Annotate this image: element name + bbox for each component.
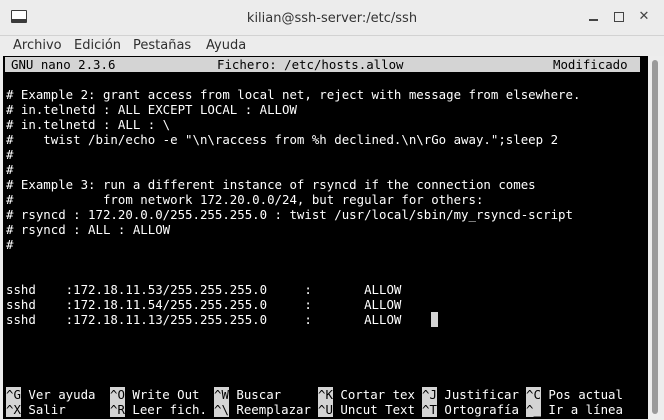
minimize-button[interactable] [585, 8, 603, 26]
menu-ayuda[interactable]: Ayuda [206, 38, 246, 53]
editor-line: # twist /bin/echo -e "\n\raccess from %h… [6, 132, 559, 147]
shortcut-label: Leer fich. [124, 402, 207, 417]
shortcut-search[interactable]: ^W Buscar [214, 387, 311, 402]
editor-line: sshd :172.18.11.54/255.255.255.0 : ALLOW [6, 297, 402, 312]
shortcut-cur-pos[interactable]: ^C Pos actual [526, 387, 623, 402]
shortcut-key: ^T [422, 402, 437, 417]
menu-pestanas[interactable]: Pestañas [133, 38, 191, 53]
shortcut-key: ^X [6, 402, 21, 417]
shortcut-key: ^O [110, 387, 125, 402]
shortcut-label: Write Out [124, 387, 207, 402]
terminal-area[interactable]: GNU nano 2.3.6 Fichero: /etc/hosts.allow… [3, 56, 648, 419]
menubar: Archivo Edición Pestañas Ayuda [0, 36, 664, 58]
menu-archivo[interactable]: Archivo [13, 38, 62, 53]
close-button[interactable]: ✕ [635, 8, 653, 26]
shortcut-key: ^\ [214, 402, 229, 417]
editor-line: # Example 2: grant access from local net… [6, 87, 581, 102]
shortcut-justify[interactable]: ^J Justificar [422, 387, 519, 402]
editor-line: # in.telnetd : ALL EXCEPT LOCAL : ALLOW [6, 102, 297, 117]
shortcut-replace[interactable]: ^\ Reemplazar [214, 402, 311, 417]
shortcut-cut[interactable]: ^K Cortar tex [318, 387, 415, 402]
minimize-icon [589, 19, 598, 21]
shortcut-key: ^R [110, 402, 125, 417]
shortcut-key: ^K [318, 387, 333, 402]
shortcut-exit[interactable]: ^X Salir [6, 402, 103, 417]
maximize-icon [614, 12, 624, 22]
editor-line: sshd :172.18.11.53/255.255.255.0 : ALLOW [6, 282, 402, 297]
shortcut-key: ^G [6, 387, 21, 402]
shortcut-go-to-line[interactable]: ^_ Ir a línea [526, 402, 623, 417]
shortcut-label: Uncut Text [332, 402, 415, 417]
maximize-button[interactable] [610, 8, 628, 26]
shortcut-key: ^J [422, 387, 437, 402]
shortcut-label: Ver ayuda [20, 387, 103, 402]
nano-filename: Fichero: /etc/hosts.allow [217, 57, 404, 72]
shortcut-write-out[interactable]: ^O Write Out [110, 387, 207, 402]
nano-status: Modificado [553, 57, 628, 72]
shortcut-label: Reemplazar [228, 402, 311, 417]
terminal-scrollbar[interactable] [648, 56, 664, 420]
editor-line-current: sshd :172.18.11.13/255.255.255.0 : ALLOW [6, 312, 402, 327]
scrollbar-thumb[interactable] [652, 60, 658, 414]
nano-header: GNU nano 2.3.6 Fichero: /etc/hosts.allow… [5, 57, 640, 72]
shortcut-label: Pos actual [540, 387, 623, 402]
shortcut-key: ^U [318, 402, 333, 417]
shortcut-key: ^C [526, 387, 541, 402]
editor-line: # rsyncd : 172.20.0.0/255.255.255.0 : tw… [6, 207, 573, 222]
shortcut-label: Ortografía [436, 402, 519, 417]
shortcut-read-file[interactable]: ^R Leer fich. [110, 402, 207, 417]
shortcut-label: Salir [20, 402, 103, 417]
shortcut-spell[interactable]: ^T Ortografía [422, 402, 519, 417]
shortcut-help[interactable]: ^G Ver ayuda [6, 387, 103, 402]
editor-line: # [6, 162, 14, 177]
nano-version: GNU nano 2.3.6 [11, 57, 116, 72]
window-titlebar: kilian@ssh-server:/etc/ssh ✕ [0, 0, 664, 36]
editor-line: # rsyncd : ALL : ALLOW [6, 222, 171, 237]
close-icon: ✕ [638, 9, 650, 24]
window-title: kilian@ssh-server:/etc/ssh [246, 11, 418, 26]
editor-line: # [6, 147, 14, 162]
editor-line: # Example 3: run a different instance of… [6, 177, 536, 192]
editor-line: # in.telnetd : ALL : \ [6, 117, 171, 132]
editor-line: # from network 172.20.0.0/24, but regula… [6, 192, 484, 207]
shortcut-label: Ir a línea [540, 402, 623, 417]
shortcut-label: Justificar [436, 387, 519, 402]
text-cursor [431, 312, 439, 327]
shortcut-uncut[interactable]: ^U Uncut Text [318, 402, 415, 417]
shortcut-label: Cortar tex [332, 387, 415, 402]
shortcut-key: ^W [214, 387, 229, 402]
shortcut-key: ^_ [526, 402, 541, 417]
shortcut-label: Buscar [228, 387, 311, 402]
editor-line: # [6, 237, 14, 252]
menu-edicion[interactable]: Edición [74, 38, 121, 53]
